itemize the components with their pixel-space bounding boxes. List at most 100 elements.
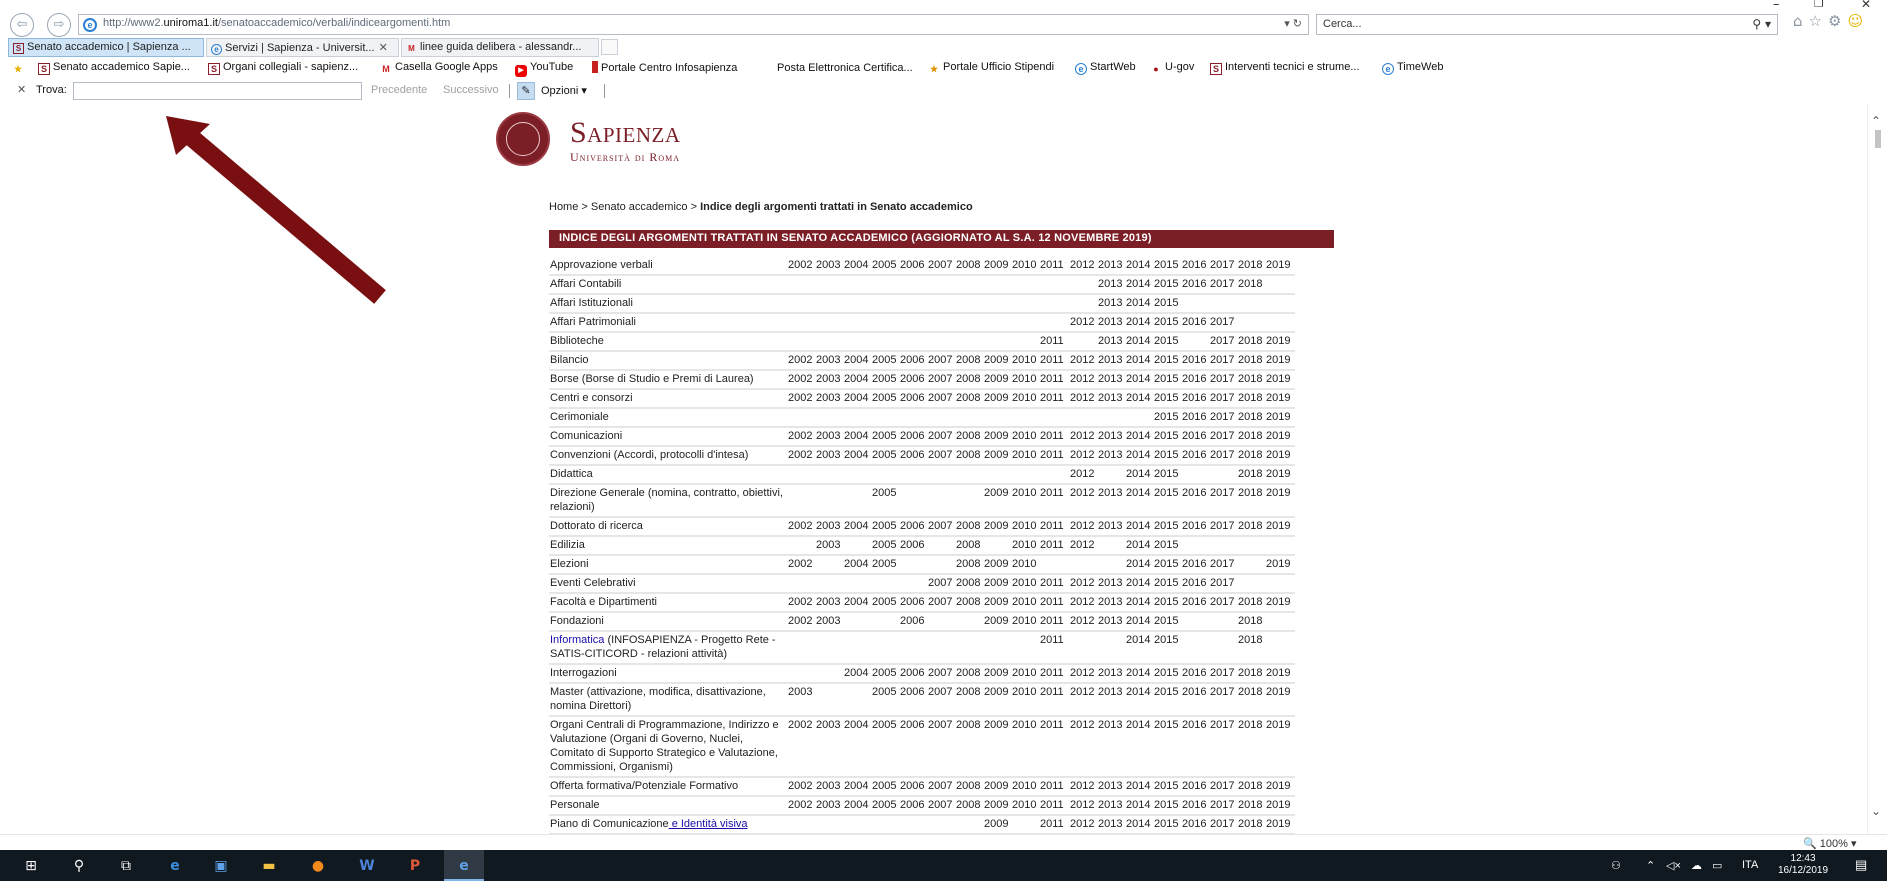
year-link[interactable]: 2015 xyxy=(1153,313,1181,333)
tray-expand-icon[interactable]: ⌃ xyxy=(1646,859,1655,872)
year-link[interactable]: 2015 xyxy=(1153,257,1181,276)
tab-linee-guida[interactable]: Mlinee guida delibera - alessandr... xyxy=(401,38,599,57)
year-link[interactable]: 2015 xyxy=(1153,593,1181,613)
volume-icon[interactable]: ◁× xyxy=(1666,859,1681,872)
year-link[interactable]: 2007 xyxy=(927,370,955,390)
year-link[interactable]: 2005 xyxy=(871,484,899,518)
year-link[interactable]: 2006 xyxy=(899,257,927,276)
year-link[interactable]: 2010 xyxy=(1011,777,1039,797)
year-link[interactable]: 2014 xyxy=(1125,815,1153,834)
topic-link[interactable]: e Identità visiva xyxy=(669,818,748,830)
year-link[interactable]: 2018 xyxy=(1237,257,1265,276)
year-link[interactable]: 2016 xyxy=(1181,275,1209,295)
favorites-add-icon[interactable]: ★ xyxy=(12,61,27,76)
year-link[interactable]: 2010 xyxy=(1011,484,1039,518)
year-link[interactable]: 2011 xyxy=(1039,612,1069,632)
year-link[interactable]: 2009 xyxy=(983,446,1011,466)
year-link[interactable]: 2017 xyxy=(1209,815,1237,834)
year-link[interactable]: 2015 xyxy=(1153,612,1181,632)
year-link[interactable]: 2007 xyxy=(927,796,955,816)
year-link[interactable]: 2007 xyxy=(927,389,955,409)
year-link[interactable]: 2016 xyxy=(1181,574,1209,594)
year-link[interactable]: 2011 xyxy=(1039,446,1069,466)
find-next-button[interactable]: Successivo xyxy=(443,84,499,96)
year-link[interactable]: 2019 xyxy=(1265,351,1295,371)
year-link[interactable]: 2014 xyxy=(1125,351,1153,371)
year-link[interactable]: 2015 xyxy=(1153,294,1181,314)
year-link[interactable]: 2012 xyxy=(1069,796,1097,816)
year-link[interactable]: 2014 xyxy=(1125,574,1153,594)
year-link[interactable]: 2014 xyxy=(1125,555,1153,575)
year-link[interactable]: 2008 xyxy=(955,574,983,594)
year-link[interactable]: 2010 xyxy=(1011,446,1039,466)
year-link[interactable]: 2017 xyxy=(1209,275,1237,295)
year-link[interactable]: 2006 xyxy=(899,716,927,778)
year-link[interactable]: 2018 xyxy=(1237,446,1265,466)
word-icon[interactable]: W xyxy=(356,855,378,877)
year-link[interactable]: 2011 xyxy=(1039,777,1069,797)
media-player-icon[interactable]: ▣ xyxy=(210,855,232,877)
year-link[interactable]: 2011 xyxy=(1039,332,1069,352)
year-link[interactable]: 2009 xyxy=(983,574,1011,594)
year-link[interactable]: 2002 xyxy=(787,555,815,575)
year-link[interactable]: 2011 xyxy=(1039,517,1069,537)
year-link[interactable]: 2012 xyxy=(1069,465,1097,485)
year-link[interactable]: 2004 xyxy=(843,664,871,684)
year-link[interactable]: 2012 xyxy=(1069,313,1097,333)
year-link[interactable]: 2015 xyxy=(1153,389,1181,409)
year-link[interactable]: 2010 xyxy=(1011,664,1039,684)
year-link[interactable]: 2017 xyxy=(1209,574,1237,594)
year-link[interactable]: 2006 xyxy=(899,351,927,371)
year-link[interactable]: 2005 xyxy=(871,427,899,447)
year-link[interactable]: 2011 xyxy=(1039,484,1069,518)
year-link[interactable]: 2016 xyxy=(1181,815,1209,834)
year-link[interactable]: 2005 xyxy=(871,536,899,556)
year-link[interactable]: 2019 xyxy=(1265,427,1295,447)
year-link[interactable]: 2015 xyxy=(1153,408,1181,428)
year-link[interactable]: 2008 xyxy=(955,517,983,537)
year-link[interactable]: 2013 xyxy=(1097,574,1125,594)
year-link[interactable]: 2017 xyxy=(1209,370,1237,390)
year-link[interactable]: 2002 xyxy=(787,427,815,447)
favorites-star-icon[interactable]: ☆ xyxy=(1809,12,1828,30)
year-link[interactable]: 2015 xyxy=(1153,275,1181,295)
highlight-pen-icon[interactable]: ✎ xyxy=(517,82,535,100)
year-link[interactable]: 2015 xyxy=(1153,427,1181,447)
year-link[interactable]: 2013 xyxy=(1097,517,1125,537)
year-link[interactable]: 2008 xyxy=(955,351,983,371)
find-input[interactable] xyxy=(73,82,362,100)
year-link[interactable]: 2009 xyxy=(983,484,1011,518)
year-link[interactable]: 2014 xyxy=(1125,332,1153,352)
year-link[interactable]: 2013 xyxy=(1097,484,1125,518)
onedrive-icon[interactable]: ☁ xyxy=(1691,859,1702,872)
fav-casella[interactable]: M Casella Google Apps xyxy=(380,61,497,76)
year-link[interactable]: 2012 xyxy=(1069,612,1097,632)
year-link[interactable]: 2006 xyxy=(899,612,927,632)
year-link[interactable]: 2003 xyxy=(815,389,843,409)
gear-icon[interactable]: ⚙ xyxy=(1828,12,1847,30)
year-link[interactable]: 2011 xyxy=(1039,796,1069,816)
year-link[interactable]: 2011 xyxy=(1039,664,1069,684)
back-button[interactable]: ⇦ xyxy=(10,13,34,37)
year-link[interactable]: 2002 xyxy=(787,612,815,632)
year-link[interactable]: 2008 xyxy=(955,389,983,409)
year-link[interactable]: 2006 xyxy=(899,427,927,447)
year-link[interactable]: 2009 xyxy=(983,593,1011,613)
fav-infosapienza[interactable]: Portale Centro Infosapienza xyxy=(592,61,737,74)
year-link[interactable]: 2008 xyxy=(955,777,983,797)
year-link[interactable]: 2006 xyxy=(899,796,927,816)
year-link[interactable]: 2018 xyxy=(1237,370,1265,390)
year-link[interactable]: 2018 xyxy=(1237,612,1265,632)
close-window-button[interactable]: ✕ xyxy=(1861,0,1871,11)
year-link[interactable]: 2016 xyxy=(1181,593,1209,613)
year-link[interactable]: 2013 xyxy=(1097,257,1125,276)
year-link[interactable]: 2019 xyxy=(1265,408,1295,428)
scroll-thumb[interactable] xyxy=(1875,130,1881,148)
year-link[interactable]: 2014 xyxy=(1125,664,1153,684)
year-link[interactable]: 2006 xyxy=(899,777,927,797)
year-link[interactable]: 2012 xyxy=(1069,427,1097,447)
year-link[interactable]: 2009 xyxy=(983,257,1011,276)
year-link[interactable]: 2003 xyxy=(815,612,843,632)
year-link[interactable]: 2002 xyxy=(787,517,815,537)
year-link[interactable]: 2014 xyxy=(1125,427,1153,447)
